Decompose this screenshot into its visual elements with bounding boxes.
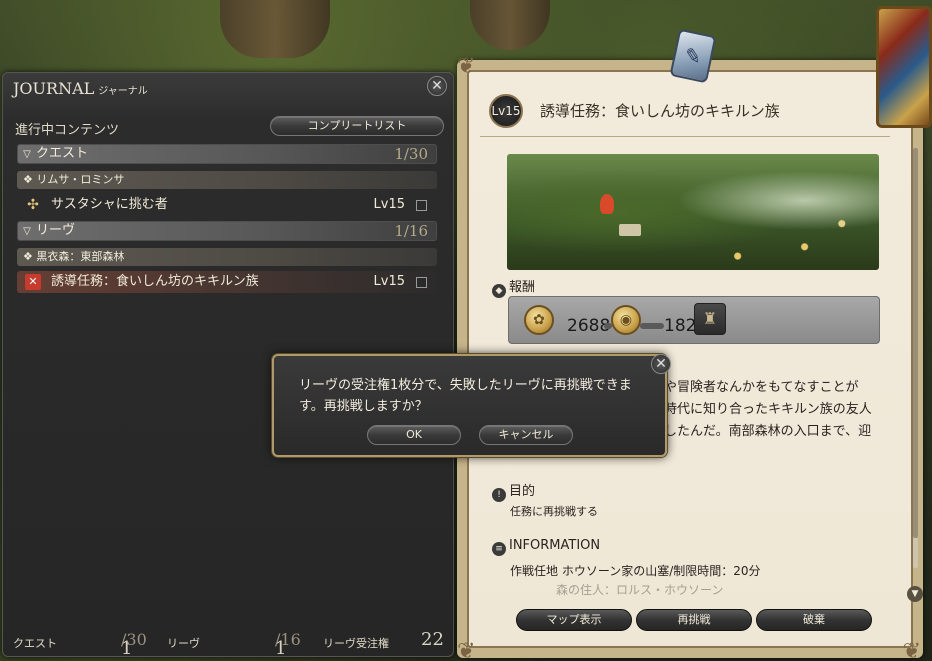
entry-level: Lv15 (373, 197, 405, 212)
scene-character (600, 194, 614, 214)
divider (480, 136, 890, 137)
confirm-dialog: ✕ リーヴの受注権1枚分で、失敗したリーヴに再挑戦できます。再挑戦しますか？ O… (272, 354, 671, 457)
level-badge: Lv15 (489, 94, 523, 128)
track-checkbox[interactable] (416, 277, 427, 288)
description-line: したんだ。南部森林の入口まで、迎 (664, 424, 872, 439)
footer-leve-count: 1/16 (275, 629, 301, 659)
reward-item-icon[interactable]: ♜ (694, 303, 726, 335)
ok-button[interactable]: OK (367, 425, 461, 445)
info-heading-label: INFORMATION (509, 538, 601, 553)
list-item[interactable]: ✣ サスタシャに挑む者 Lv15 (17, 194, 437, 216)
footer-quest-label: クエスト (13, 637, 57, 650)
info-text: 作戦任地 ホウソーン家の山塞/制限時間：20分 (510, 564, 761, 578)
entry-level: Lv15 (373, 274, 405, 289)
detail-title: 誘導任務：食いしん坊のキキルン族 (540, 102, 780, 120)
collapse-triangle-icon: ▽ (23, 149, 31, 160)
scene-sign (619, 224, 641, 236)
leve-scene-image (507, 154, 879, 270)
scroll-down-icon[interactable]: ▼ (907, 586, 923, 602)
description-line: や冒険者なんかをもてなすことが (664, 380, 859, 395)
leve-failed-icon: ✕ (25, 274, 41, 290)
category-label: クエスト (36, 146, 89, 161)
category-label: リーヴ (36, 223, 76, 238)
category-leve[interactable]: ▽ リーヴ 1/16 (17, 221, 437, 241)
footer-allowance-value: 22 (421, 629, 444, 650)
objective-text: 任務に再挑戦する (510, 505, 598, 518)
dialog-message: リーヴの受注権1枚分で、失敗したリーヴに再挑戦できます。再挑戦しますか？ (299, 378, 632, 414)
section-label: 進行中コンテンツ (15, 123, 120, 138)
info-icon: ≡ (492, 542, 506, 556)
track-checkbox[interactable] (416, 200, 427, 211)
background-barrel (220, 0, 330, 58)
category-count: 1/30 (394, 145, 428, 163)
journal-title-en: JOURNAL (13, 79, 95, 98)
ornament-icon: ❦ (457, 639, 476, 661)
info-heading: ≡ INFORMATION (492, 538, 600, 556)
map-button[interactable]: マップ表示 (516, 609, 632, 631)
journal-title-jp: ジャーナル (98, 86, 148, 97)
abandon-button[interactable]: 破棄 (756, 609, 872, 631)
quest-icon: ✣ (27, 197, 39, 213)
entry-label: サスタシャに挑む者 (51, 197, 168, 212)
journal-footer: クエスト 1/30 リーヴ 1/16 リーヴ受注権 22 (3, 626, 453, 659)
gil-value: 182 (664, 316, 697, 336)
detail-scrollbar[interactable] (913, 148, 918, 568)
info-text-faded: 森の住人：ロルス・ホウソーン (556, 583, 724, 597)
ornament-icon: ❦ (457, 54, 476, 79)
exclamation-icon: ! (492, 488, 506, 502)
reward-icon: ◆ (492, 284, 506, 298)
journal-close-icon[interactable]: ✕ (427, 76, 447, 96)
cancel-button[interactable]: キャンセル (479, 425, 573, 445)
gil-icon: ◉ (611, 305, 641, 335)
ornament-icon: ❦ (902, 639, 921, 661)
journal-title: JOURNAL ジャーナル (13, 79, 148, 98)
scrollbar-thumb[interactable] (913, 148, 918, 538)
exp-icon: ✿ (524, 305, 554, 335)
objective-heading: ! 目的 (492, 480, 535, 502)
footer-quest-current: 1 (121, 638, 133, 659)
footer-leve-label: リーヴ (167, 637, 200, 650)
reward-heading: ◆ 報酬 (492, 276, 535, 298)
complete-list-button[interactable]: コンプリートリスト (270, 116, 444, 136)
region-header: ❖ リムサ・ロミンサ (17, 171, 437, 189)
region-header: ❖ 黒衣森：東部森林 (17, 248, 437, 266)
objective-heading-label: 目的 (509, 484, 536, 499)
gil-bar (640, 323, 664, 329)
footer-leve-current: 1 (275, 638, 287, 659)
retry-button[interactable]: 再挑戦 (636, 609, 752, 631)
footer-quest-count: 1/30 (121, 629, 147, 659)
dialog-close-icon[interactable]: ✕ (651, 354, 671, 374)
description-line: 時代に知り合ったキキルン族の友人 (664, 402, 872, 417)
list-item-selected[interactable]: ✕ 誘導任務：食いしん坊のキキルン族 Lv15 (17, 271, 437, 293)
entry-label: 誘導任務：食いしん坊のキキルン族 (51, 274, 259, 289)
category-quest[interactable]: ▽ クエスト 1/30 (17, 144, 437, 164)
category-count: 1/16 (394, 222, 428, 240)
footer-allowance-label: リーヴ受注権 (323, 637, 389, 650)
reward-heading-label: 報酬 (509, 280, 536, 295)
leve-description: や冒険者なんかをもてなすことが 時代に知り合ったキキルン族の友人 したんだ。南部… (664, 377, 884, 443)
collapse-triangle-icon: ▽ (23, 226, 31, 237)
stained-glass-decoration (876, 6, 932, 128)
